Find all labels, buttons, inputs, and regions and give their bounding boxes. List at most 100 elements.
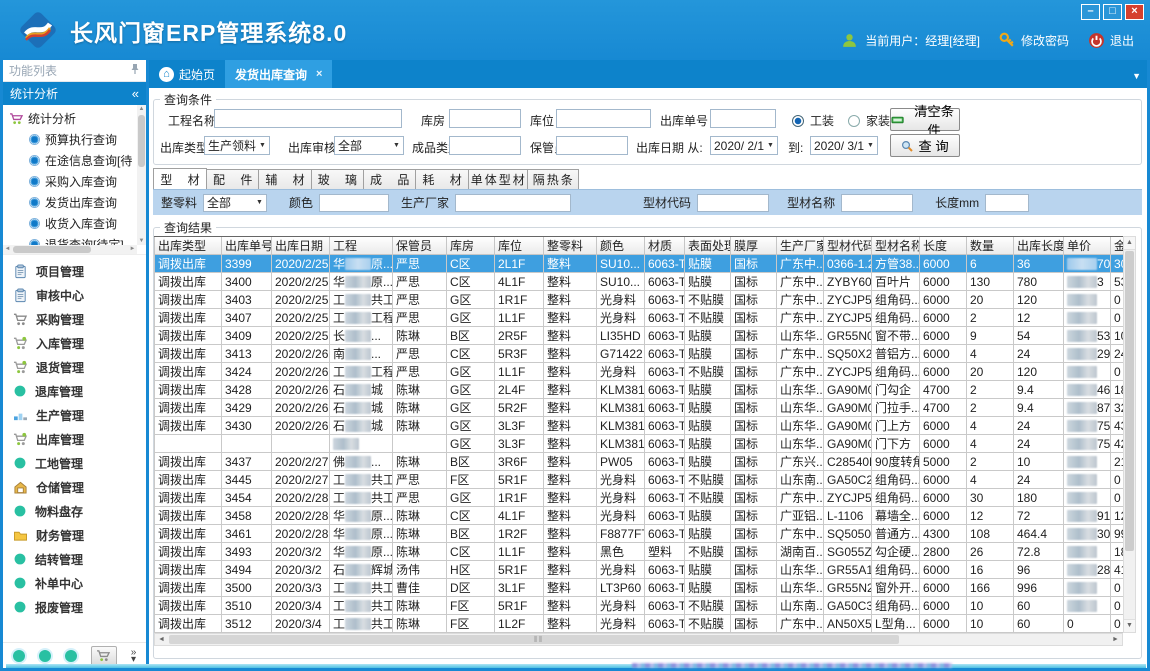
table-cell[interactable]: ZYBY607: [824, 273, 872, 291]
module-dot-icon[interactable]: [39, 650, 51, 662]
table-cell[interactable]: 广东中...: [777, 363, 824, 381]
table-cell[interactable]: 4: [967, 471, 1014, 489]
table-cell[interactable]: 2972: [1064, 345, 1111, 363]
table-cell[interactable]: 国标: [731, 417, 777, 435]
table-cell[interactable]: [393, 435, 447, 453]
table-cell[interactable]: 整料: [544, 273, 597, 291]
table-cell[interactable]: 3493: [222, 543, 272, 561]
close-button[interactable]: ×: [1125, 4, 1144, 20]
table-cell[interactable]: 188: [1111, 381, 1124, 399]
table-cell[interactable]: 120: [1014, 363, 1064, 381]
material-tab-隔热条[interactable]: 隔热条: [527, 169, 579, 189]
sidebar-item-出库管理[interactable]: 出库管理: [3, 427, 146, 451]
table-cell[interactable]: 0: [1111, 489, 1124, 507]
table-cell[interactable]: 0: [1111, 309, 1124, 327]
table-cell[interactable]: 山东华...: [777, 399, 824, 417]
table-cell[interactable]: 2: [967, 453, 1014, 471]
table-cell[interactable]: 不贴膜: [685, 291, 731, 309]
table-cell[interactable]: 6000: [920, 363, 967, 381]
table-cell[interactable]: 调拨出库: [155, 381, 222, 399]
table-cell[interactable]: 108: [967, 525, 1014, 543]
table-cell[interactable]: 6000: [920, 615, 967, 633]
scroll-right-icon[interactable]: ►: [1109, 634, 1122, 645]
table-cell[interactable]: 长...: [330, 327, 393, 345]
table-cell[interactable]: 门勾企: [872, 381, 920, 399]
module-dot-icon[interactable]: [65, 650, 77, 662]
table-cell[interactable]: 6063-T5: [645, 255, 685, 273]
material-tab-成品[interactable]: 成 品: [363, 169, 416, 189]
table-cell[interactable]: 123: [1111, 507, 1124, 525]
table-cell[interactable]: 调拨出库: [155, 561, 222, 579]
table-cell[interactable]: 6063-T5: [645, 435, 685, 453]
table-cell[interactable]: 180: [1014, 489, 1064, 507]
table-cell[interactable]: [1064, 489, 1111, 507]
table-cell[interactable]: 工共工程: [330, 471, 393, 489]
table-cell[interactable]: 2020/2/26: [272, 381, 330, 399]
table-cell[interactable]: 国标: [731, 453, 777, 471]
table-cell[interactable]: 国标: [731, 363, 777, 381]
table-cell[interactable]: 国标: [731, 399, 777, 417]
table-cell[interactable]: 6000: [920, 327, 967, 345]
table-cell[interactable]: 1R1F: [495, 291, 544, 309]
table-cell[interactable]: 光身料: [597, 489, 645, 507]
table-cell[interactable]: 国标: [731, 381, 777, 399]
date-from-picker[interactable]: 2020/ 2/16▼: [710, 136, 778, 155]
table-cell[interactable]: F区: [447, 597, 495, 615]
column-header-长度[interactable]: 长度: [920, 237, 967, 255]
table-cell[interactable]: 广东中...: [777, 615, 824, 633]
table-cell[interactable]: KLM3817: [597, 381, 645, 399]
table-cell[interactable]: 423: [1111, 435, 1124, 453]
table-cell[interactable]: 百叶片: [872, 273, 920, 291]
column-header-整零料[interactable]: 整零料: [544, 237, 597, 255]
table-cell[interactable]: G区: [447, 399, 495, 417]
table-cell[interactable]: 工工程: [330, 309, 393, 327]
table-cell[interactable]: 工共工程: [330, 597, 393, 615]
table-cell[interactable]: 陈琳: [393, 615, 447, 633]
table-cell[interactable]: 2R5F: [495, 327, 544, 345]
table-cell[interactable]: 组角码...: [872, 489, 920, 507]
change-password-button[interactable]: 修改密码: [999, 32, 1069, 49]
table-cell[interactable]: 调拨出库: [155, 615, 222, 633]
table-cell[interactable]: 4L1F: [495, 273, 544, 291]
table-cell[interactable]: 60: [1014, 597, 1064, 615]
table-cell[interactable]: 不贴膜: [685, 363, 731, 381]
table-cell[interactable]: 5R1F: [495, 471, 544, 489]
table-cell[interactable]: 调拨出库: [155, 327, 222, 345]
table-cell[interactable]: 贴膜: [685, 273, 731, 291]
table-cell[interactable]: F区: [447, 615, 495, 633]
table-cell[interactable]: 山东华...: [777, 327, 824, 345]
sidebar-item-生产管理[interactable]: 生产管理: [3, 403, 146, 427]
table-cell[interactable]: PW05: [597, 453, 645, 471]
table-row[interactable]: 调拨出库33992020/2/25华原...严思C区2L1F整料SU10...6…: [155, 255, 1124, 273]
table-cell[interactable]: [1064, 579, 1111, 597]
table-row[interactable]: 调拨出库34582020/2/28华原...陈琳C区4L1F整料光身料6063-…: [155, 507, 1124, 525]
table-cell[interactable]: 组角码...: [872, 363, 920, 381]
keeper-input[interactable]: [556, 136, 628, 155]
table-cell[interactable]: 6000: [920, 345, 967, 363]
table-cell[interactable]: 华原...: [330, 273, 393, 291]
table-cell[interactable]: 2020/2/25: [272, 273, 330, 291]
table-row[interactable]: 调拨出库34372020/2/27佛...陈琳B区3R6F整料PW056063-…: [155, 453, 1124, 471]
table-cell[interactable]: 12: [967, 507, 1014, 525]
table-cell[interactable]: 3428: [222, 381, 272, 399]
table-cell[interactable]: 10: [967, 615, 1014, 633]
table-cell[interactable]: KLM3817: [597, 435, 645, 453]
table-cell[interactable]: 3461: [222, 525, 272, 543]
table-cell[interactable]: 组角码...: [872, 291, 920, 309]
table-cell[interactable]: 708: [1064, 255, 1111, 273]
table-cell[interactable]: 山东华...: [777, 381, 824, 399]
table-cell[interactable]: 2: [967, 399, 1014, 417]
table-cell[interactable]: 9.4: [1014, 399, 1064, 417]
table-cell[interactable]: 6000: [920, 435, 967, 453]
table-cell[interactable]: 6063-T5: [645, 291, 685, 309]
table-cell[interactable]: 0: [1111, 291, 1124, 309]
table-cell[interactable]: 60: [1014, 615, 1064, 633]
table-cell[interactable]: 光身料: [597, 615, 645, 633]
table-cell[interactable]: 严思: [393, 489, 447, 507]
table-cell[interactable]: 535: [1111, 273, 1124, 291]
table-cell[interactable]: 陈琳: [393, 453, 447, 471]
table-cell[interactable]: 4700: [920, 381, 967, 399]
table-cell[interactable]: 90度转角: [872, 453, 920, 471]
table-cell[interactable]: 贴膜: [685, 525, 731, 543]
table-cell[interactable]: 6063-T5: [645, 525, 685, 543]
